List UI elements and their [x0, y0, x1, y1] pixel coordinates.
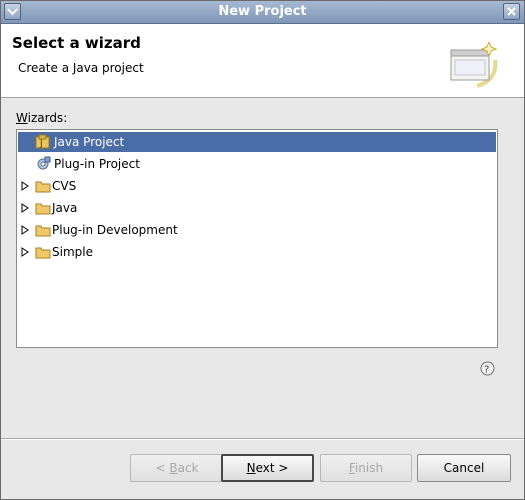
button-bar-separator: [1, 438, 524, 440]
tree-item-label: CVS: [52, 179, 77, 193]
expand-arrow-icon[interactable]: [21, 203, 29, 213]
tree-item-label: Plug-in Development: [52, 223, 178, 237]
tree-item-simple[interactable]: Simple: [18, 242, 496, 262]
svg-text:J: J: [39, 139, 43, 149]
folder-icon: [35, 181, 51, 193]
folder-icon: [35, 203, 51, 215]
new-project-dialog: New Project Select a wizard Create a Jav…: [0, 0, 525, 500]
folder-icon: [35, 247, 51, 259]
tree-item-plugin-development[interactable]: Plug-in Development: [18, 220, 496, 240]
expand-arrow-icon[interactable]: [21, 225, 29, 235]
close-button[interactable]: [503, 3, 520, 20]
tree-item-label: Java Project: [54, 135, 125, 149]
java-project-icon: J: [35, 134, 50, 149]
cancel-button[interactable]: Cancel: [417, 454, 511, 482]
wizards-label: Wizards:: [16, 111, 68, 125]
window-title: New Project: [218, 4, 307, 19]
expand-arrow-icon[interactable]: [21, 247, 29, 257]
tree-item-label: Plug-in Project: [54, 157, 140, 171]
tree-item-plugin-project[interactable]: Plug-in Project: [18, 154, 496, 174]
wizard-banner-icon: [450, 42, 498, 88]
tree-item-label: Java: [52, 201, 78, 215]
plugin-project-icon: [37, 156, 51, 170]
finish-button[interactable]: Finish: [320, 454, 412, 482]
page-title: Select a wizard: [12, 34, 141, 52]
tree-item-label: Simple: [52, 245, 93, 259]
svg-text:?: ?: [484, 365, 489, 376]
wizard-header: Select a wizard Create a Java project: [1, 24, 524, 98]
title-bar[interactable]: New Project: [1, 1, 524, 24]
back-button[interactable]: < Back: [130, 454, 224, 482]
tree-item-java-project[interactable]: J Java Project: [18, 132, 496, 152]
tree-item-cvs[interactable]: CVS: [18, 176, 496, 196]
next-button[interactable]: Next >: [221, 454, 314, 482]
close-icon: [507, 7, 516, 16]
help-icon[interactable]: ?: [480, 361, 495, 376]
wizards-tree[interactable]: J Java Project Plug-in Project CVS Java …: [16, 129, 498, 348]
folder-icon: [35, 225, 51, 237]
expand-arrow-icon[interactable]: [21, 181, 29, 191]
page-description: Create a Java project: [18, 61, 144, 75]
tree-item-java[interactable]: Java: [18, 198, 496, 218]
